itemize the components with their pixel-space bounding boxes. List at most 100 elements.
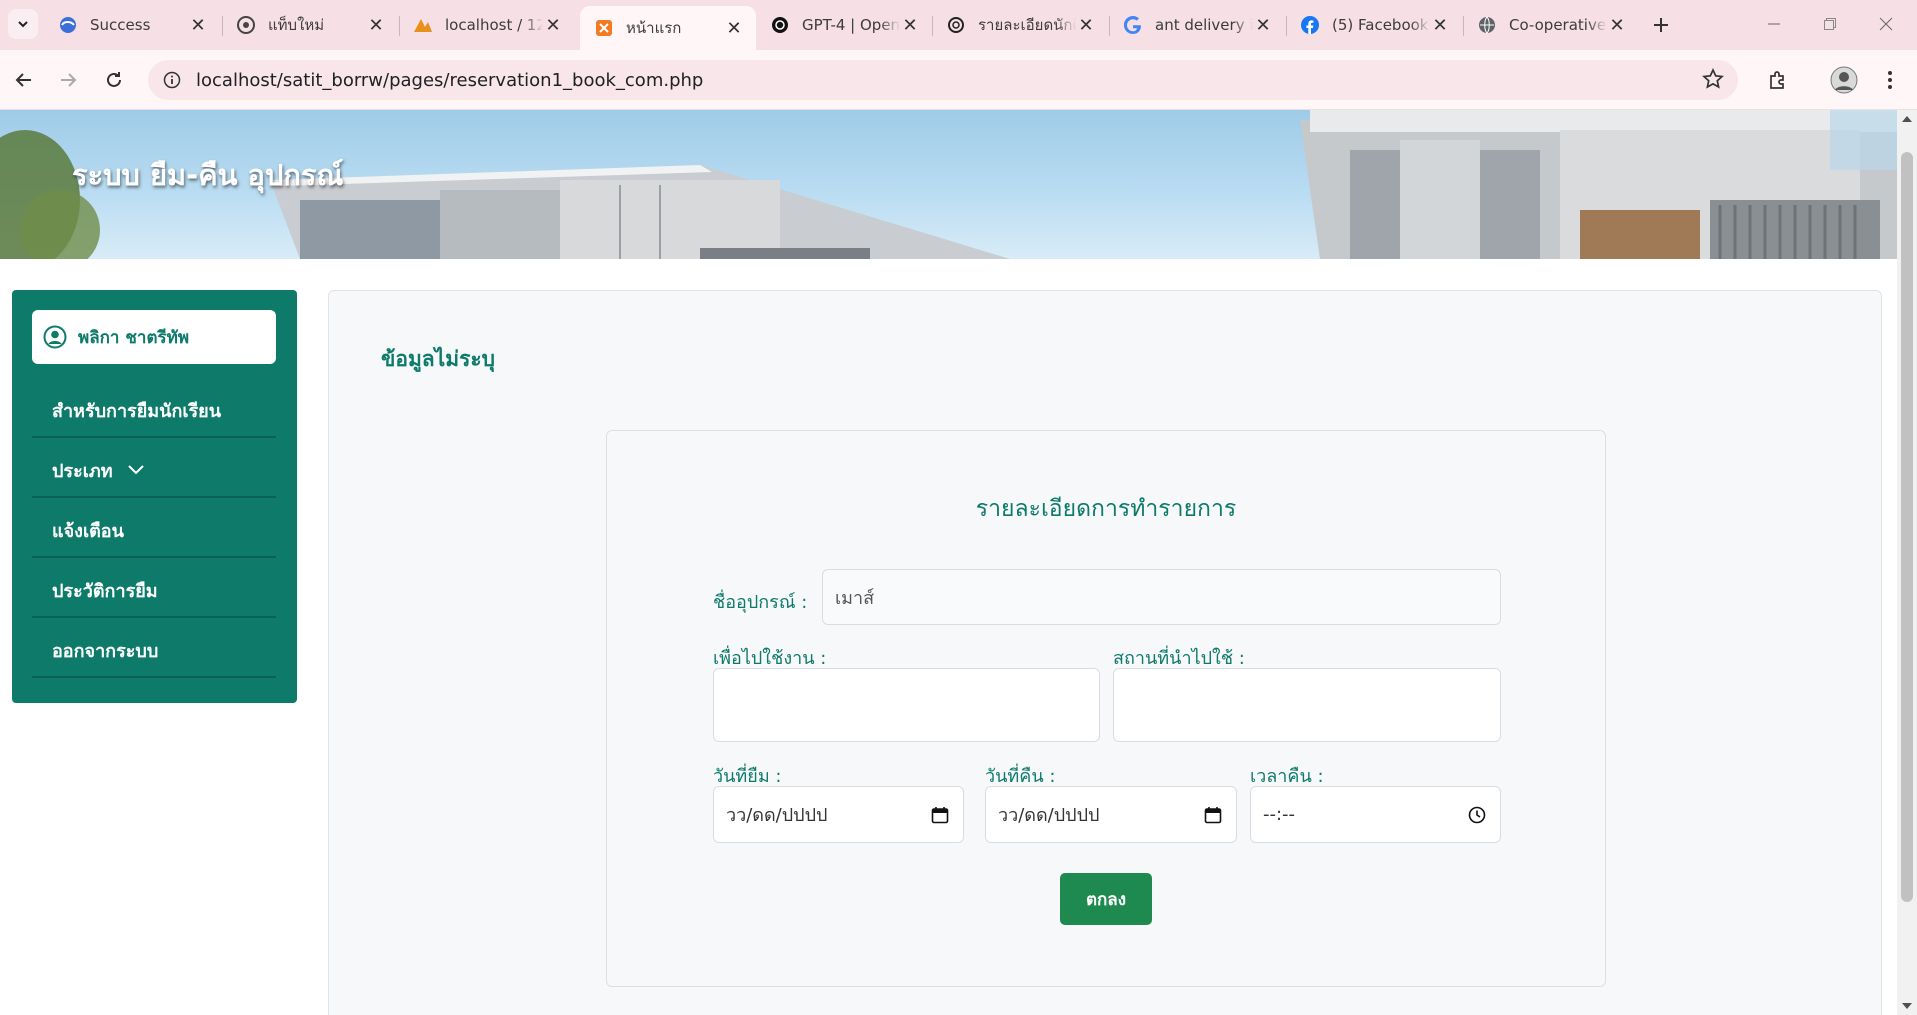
browser-tab[interactable]: (5) Facebook ✕: [1286, 6, 1462, 44]
tab-title: (5) Facebook: [1332, 16, 1429, 34]
submit-button[interactable]: ตกลง: [1060, 873, 1152, 925]
browser-tab[interactable]: แท็บใหม่ ✕: [222, 6, 398, 44]
sidebar-item-category[interactable]: ประเภท: [32, 444, 276, 498]
borrow-date-placeholder: วว/ดด/ปปปป: [726, 805, 828, 826]
site-title: ระบบ ยืม-คืน อุปกรณ์: [72, 158, 344, 192]
user-profile-box[interactable]: พลิกา ชาตรีทัพ: [32, 310, 276, 364]
tab-title: รายละเอียดนักศึกษา: [978, 16, 1076, 34]
chevron-down-icon: [127, 464, 145, 476]
reload-button[interactable]: [98, 64, 130, 96]
minimize-button[interactable]: [1754, 8, 1794, 40]
chrome-icon: [236, 15, 256, 35]
page-viewport: ระบบ ยืม-คืน อุปกรณ์ พลิกา ชาตรีทัพ สำหร…: [0, 110, 1897, 1015]
browser-tab-bar: Success ✕ แท็บใหม่ ✕ localhost / 127 ✕ ห…: [0, 0, 1917, 50]
close-icon[interactable]: ✕: [724, 18, 744, 39]
profile-avatar[interactable]: [1828, 64, 1860, 96]
url-text: localhost/satit_borrw/pages/reservation1…: [196, 69, 704, 91]
sidebar-item-label: ประเภท: [52, 460, 113, 482]
address-bar[interactable]: localhost/satit_borrw/pages/reservation1…: [148, 60, 1738, 100]
tab-title: Co-operative: [1509, 16, 1607, 34]
browser-tab[interactable]: ant delivery ลิ ✕: [1109, 6, 1285, 44]
sidebar-item-logout[interactable]: ออกจากระบบ: [32, 624, 276, 678]
phpmyadmin-icon: [413, 15, 433, 35]
borrow-date-input[interactable]: วว/ดด/ปปปป: [713, 786, 964, 843]
extensions-button[interactable]: [1762, 64, 1794, 96]
sidebar: พลิกา ชาตรีทัพ สำหรับการยืมนักเรียน ประเ…: [12, 290, 297, 703]
openai-icon: [770, 15, 790, 35]
restore-icon: [1824, 18, 1836, 30]
browser-tab[interactable]: Success ✕: [44, 6, 220, 44]
back-button[interactable]: [8, 64, 40, 96]
close-icon[interactable]: ✕: [366, 15, 386, 36]
tab-title: Success: [90, 16, 151, 34]
avatar-icon: [1830, 66, 1858, 94]
purpose-field[interactable]: [713, 668, 1100, 742]
tab-title: ant delivery ลิ: [1155, 16, 1253, 34]
header-banner: ระบบ ยืม-คืน อุปกรณ์: [0, 110, 1897, 259]
browser-tab[interactable]: GPT-4 | OpenAI ✕: [756, 6, 932, 44]
device-name-value: เมาส์: [835, 587, 875, 609]
sidebar-item-label: แจ้งเตือน: [52, 520, 124, 542]
sidebar-item-label: ประวัติการยืม: [52, 580, 158, 602]
sidebar-item-history[interactable]: ประวัติการยืม: [32, 564, 276, 618]
close-icon[interactable]: ✕: [188, 15, 208, 36]
calendar-icon[interactable]: [931, 806, 949, 824]
scrollbar-thumb[interactable]: [1901, 152, 1913, 902]
form-title: รายละเอียดการทำรายการ: [975, 496, 1237, 522]
main-content-card: ข้อมูลไม่ระบุ รายละเอียดการทำรายการ ชื่อ…: [328, 290, 1882, 1015]
return-date-placeholder: วว/ดด/ปปปป: [998, 805, 1100, 826]
swirl-globe-icon: [58, 15, 78, 35]
xampp-icon: [594, 18, 614, 38]
sidebar-item-student-borrow[interactable]: สำหรับการยืมนักเรียน: [32, 384, 276, 438]
arrow-right-icon: [61, 73, 77, 87]
browser-tab[interactable]: Co-operative ✕: [1463, 6, 1639, 44]
close-icon[interactable]: ✕: [543, 15, 563, 36]
location-field[interactable]: [1113, 668, 1501, 742]
globe-icon: [1477, 15, 1497, 35]
star-icon[interactable]: [1702, 67, 1724, 94]
device-name-field[interactable]: เมาส์: [822, 569, 1501, 625]
return-time-input[interactable]: --:--: [1250, 786, 1501, 843]
tab-title: หน้าแรก: [626, 19, 682, 37]
plus-icon: [1654, 18, 1668, 32]
arrow-left-icon: [15, 73, 31, 87]
sidebar-item-label: สำหรับการยืมนักเรียน: [52, 400, 222, 422]
close-icon[interactable]: ✕: [1076, 15, 1096, 36]
sidebar-item-notifications[interactable]: แจ้งเตือน: [32, 504, 276, 558]
close-icon[interactable]: ✕: [1607, 15, 1627, 36]
menu-button[interactable]: [1874, 64, 1906, 96]
close-icon[interactable]: ✕: [1430, 15, 1450, 36]
close-icon[interactable]: ✕: [1253, 15, 1273, 36]
clock-icon[interactable]: [1468, 806, 1486, 824]
tab-title: localhost / 127: [445, 16, 543, 34]
forward-button[interactable]: [52, 64, 84, 96]
close-icon: [1879, 17, 1893, 31]
facebook-icon: [1300, 15, 1320, 35]
device-name-label: ชื่ออุปกรณ์ :: [713, 592, 808, 613]
sidebar-item-label: ออกจากระบบ: [52, 640, 159, 662]
tab-search-button[interactable]: [8, 9, 38, 39]
reservation-form: รายละเอียดการทำรายการ ชื่ออุปกรณ์ : เมาส…: [606, 430, 1606, 987]
new-tab-button[interactable]: [1647, 11, 1675, 39]
close-window-button[interactable]: [1866, 8, 1906, 40]
close-icon[interactable]: ✕: [900, 15, 920, 36]
calendar-icon[interactable]: [1204, 806, 1222, 824]
scroll-up-arrow-icon[interactable]: [1902, 116, 1912, 122]
page-scrollbar[interactable]: [1897, 110, 1917, 1015]
scroll-down-arrow-icon[interactable]: [1902, 1003, 1912, 1009]
browser-tab-active[interactable]: หน้าแรก ✕: [580, 6, 756, 50]
return-date-input[interactable]: วว/ดด/ปปปป: [985, 786, 1237, 843]
browser-tab[interactable]: localhost / 127 ✕: [399, 6, 575, 44]
chevron-down-icon: [18, 21, 28, 28]
restore-button[interactable]: [1810, 8, 1850, 40]
browser-tab[interactable]: รายละเอียดนักศึกษา ✕: [932, 6, 1108, 44]
tab-title: แท็บใหม่: [268, 16, 325, 34]
reload-icon: [107, 72, 121, 87]
user-circle-icon: [42, 324, 68, 350]
openai-icon: [946, 15, 966, 35]
user-name: พลิกา ชาตรีทัพ: [78, 327, 190, 348]
puzzle-icon: [1770, 71, 1784, 89]
info-icon[interactable]: [160, 68, 184, 92]
tab-title: GPT-4 | OpenAI: [802, 16, 900, 34]
browser-toolbar: localhost/satit_borrw/pages/reservation1…: [0, 50, 1917, 110]
